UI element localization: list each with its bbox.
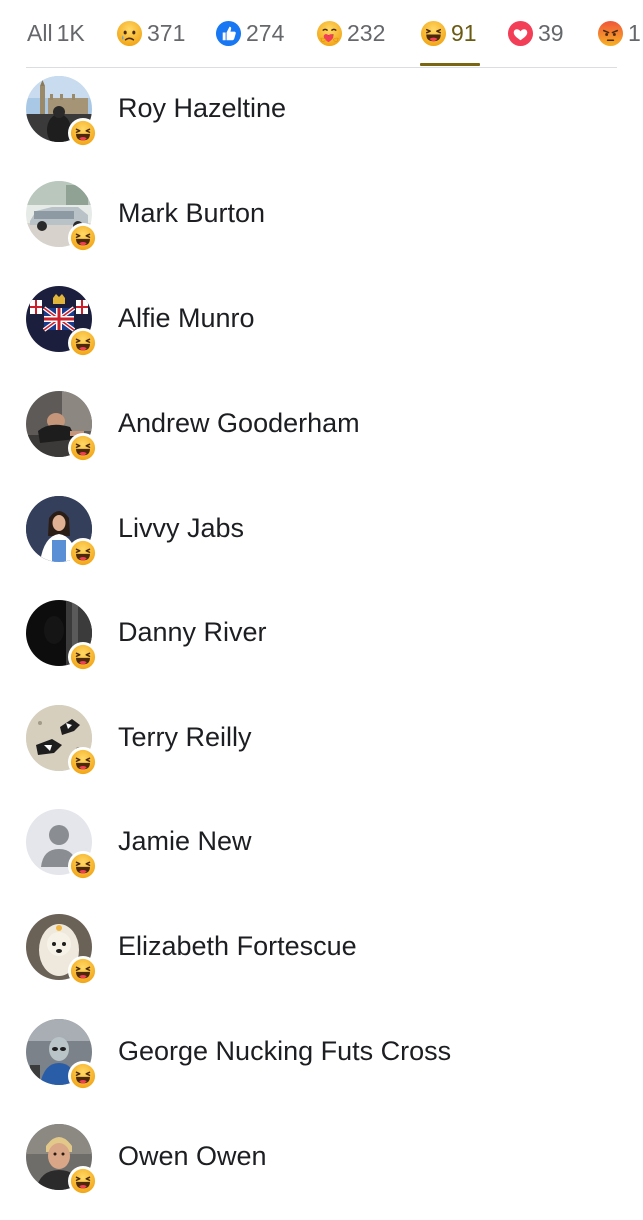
- reaction-filter-tabs: All 1K 371 274 232 91 39 1: [0, 0, 643, 68]
- avatar-with-badge: [26, 391, 98, 463]
- reactor-name[interactable]: Roy Hazeltine: [118, 91, 286, 125]
- reactor-name[interactable]: Terry Reilly: [118, 720, 252, 754]
- list-item[interactable]: Alfie Munro: [0, 278, 643, 382]
- reactor-name[interactable]: Mark Burton: [118, 196, 265, 230]
- reactor-name[interactable]: Elizabeth Fortescue: [118, 929, 357, 963]
- list-item[interactable]: Owen Owen: [0, 1116, 643, 1220]
- active-tab-indicator: [420, 63, 480, 66]
- haha-laugh-icon: [68, 851, 98, 881]
- tab-sad[interactable]: 371: [116, 0, 185, 66]
- avatar-with-badge: [26, 1019, 98, 1091]
- reactor-name[interactable]: Alfie Munro: [118, 301, 255, 335]
- reactor-name[interactable]: Jamie New: [118, 824, 252, 858]
- haha-laugh-icon: [68, 642, 98, 672]
- avatar-with-badge: [26, 1124, 98, 1196]
- tab-all[interactable]: All 1K: [27, 0, 85, 66]
- list-item[interactable]: Andrew Gooderham: [0, 383, 643, 487]
- list-item[interactable]: Danny River: [0, 592, 643, 696]
- haha-laugh-icon: [68, 433, 98, 463]
- avatar-with-badge: [26, 809, 98, 881]
- list-item[interactable]: Livvy Jabs: [0, 488, 643, 592]
- reactor-name[interactable]: Danny River: [118, 615, 267, 649]
- avatar-with-badge: [26, 914, 98, 986]
- tab-haha-count: 91: [451, 19, 477, 46]
- tab-love-count: 39: [538, 19, 564, 46]
- list-item[interactable]: Elizabeth Fortescue: [0, 906, 643, 1010]
- list-item[interactable]: Terry Reilly: [0, 697, 643, 801]
- tab-angry[interactable]: 1: [597, 0, 641, 66]
- haha-laugh-icon: [68, 223, 98, 253]
- haha-laugh-icon: [68, 956, 98, 986]
- tab-care-count: 232: [347, 19, 386, 46]
- list-item[interactable]: Jamie New: [0, 801, 643, 905]
- haha-laugh-icon: [68, 1166, 98, 1196]
- tab-like[interactable]: 274: [215, 0, 284, 66]
- list-item[interactable]: George Nucking Futs Cross: [0, 1011, 643, 1115]
- haha-laugh-icon: [68, 1061, 98, 1091]
- avatar-with-badge: [26, 181, 98, 253]
- haha-laugh-icon: [68, 538, 98, 568]
- reactor-name[interactable]: George Nucking Futs Cross: [118, 1034, 451, 1068]
- tab-like-count: 274: [246, 19, 285, 46]
- like-thumb-icon: [215, 20, 242, 47]
- care-hug-icon: [316, 20, 343, 47]
- haha-laugh-icon: [68, 118, 98, 148]
- reactor-name[interactable]: Andrew Gooderham: [118, 406, 360, 440]
- tab-haha[interactable]: 91: [420, 0, 477, 66]
- love-heart-icon: [507, 20, 534, 47]
- avatar-with-badge: [26, 286, 98, 358]
- avatar-with-badge: [26, 600, 98, 672]
- tab-all-count: 1K: [56, 19, 85, 46]
- tab-all-label: All: [27, 19, 53, 46]
- haha-laugh-icon: [68, 328, 98, 358]
- reactor-name[interactable]: Owen Owen: [118, 1139, 267, 1173]
- tab-sad-count: 371: [147, 19, 186, 46]
- angry-face-icon: [597, 20, 624, 47]
- sad-face-icon: [116, 20, 143, 47]
- tab-care[interactable]: 232: [316, 0, 385, 66]
- reactor-name[interactable]: Livvy Jabs: [118, 511, 244, 545]
- haha-laugh-icon: [420, 20, 447, 47]
- haha-laugh-icon: [68, 747, 98, 777]
- list-item[interactable]: Roy Hazeltine: [0, 68, 643, 172]
- tab-love[interactable]: 39: [507, 0, 564, 66]
- list-item[interactable]: Mark Burton: [0, 173, 643, 277]
- avatar-with-badge: [26, 705, 98, 777]
- avatar-with-badge: [26, 496, 98, 568]
- avatar-with-badge: [26, 76, 98, 148]
- tab-angry-count: 1: [628, 19, 641, 46]
